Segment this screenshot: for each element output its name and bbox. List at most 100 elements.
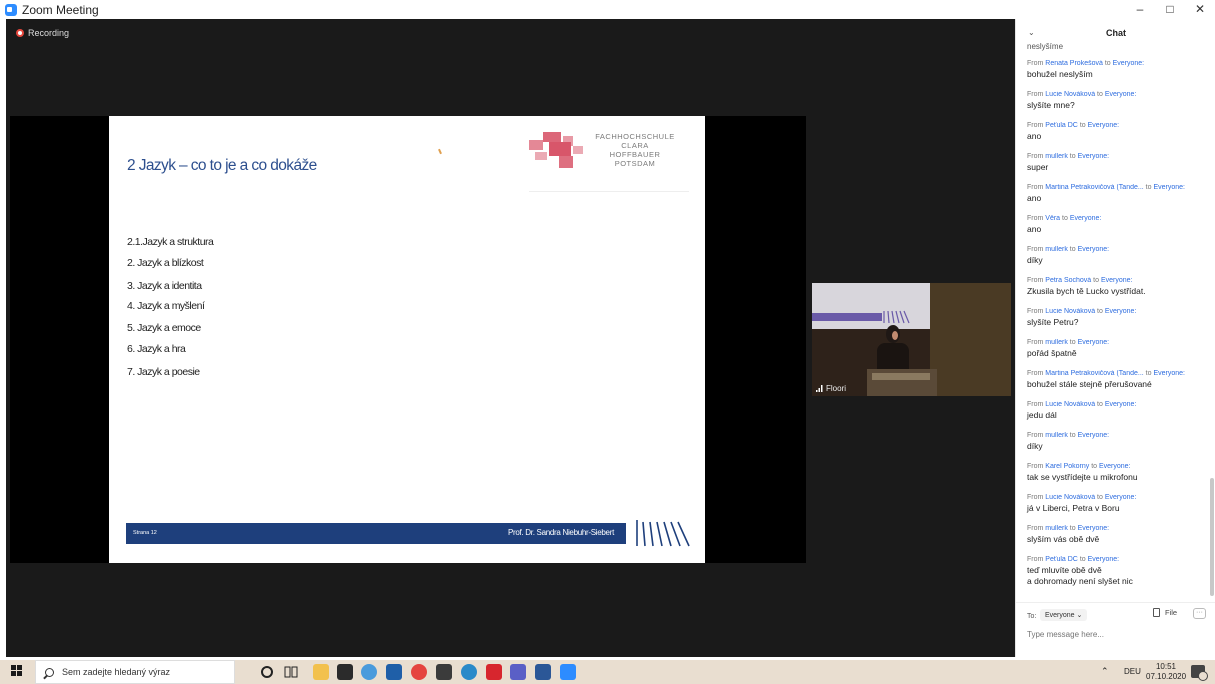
chat-message: From Lucie Nováková to Everyone: slyšíte …: [1027, 91, 1207, 111]
chat-message-text: jedu dál: [1027, 410, 1057, 420]
chat-message-sender: From Lucie Nováková to Everyone:: [1027, 308, 1137, 315]
slide-author: Prof. Dr. Sandra Niebuhr-Siebert: [507, 528, 614, 537]
logo-text: FACHHOCHSCHULE CLARA HOFFBAUER POTSDAM: [595, 132, 675, 168]
stripes-logo-icon: [636, 520, 690, 547]
chat-compose: To: Everyone ⌄ File ···: [1016, 602, 1215, 657]
chat-message-sender: From Lucie Nováková to Everyone:: [1027, 401, 1137, 408]
slide-title: 2 Jazyk – co to je a co dokáže: [127, 157, 317, 174]
recording-icon: [16, 29, 24, 37]
search-icon: [45, 667, 54, 677]
chat-message: From Petra Sochová to Everyone: Zkusila b…: [1027, 277, 1207, 297]
university-logo: FACHHOCHSCHULE CLARA HOFFBAUER POTSDAM: [529, 132, 679, 170]
meeting-view: Recording 2 Jazyk – co to je a co dokáže…: [6, 19, 1015, 657]
chat-message-sender: From Lucie Nováková to Everyone:: [1027, 91, 1137, 98]
clock[interactable]: 10:51 07.10.2020: [1146, 662, 1186, 682]
taskbar-search[interactable]: Sem zadejte hledaný výraz: [35, 660, 235, 684]
recipient-dropdown[interactable]: Everyone ⌄: [1040, 609, 1088, 621]
zoom-app-icon: [5, 3, 17, 16]
chat-message: From Peťula DC to Everyone: ano: [1027, 122, 1207, 142]
acrobat-icon[interactable]: [486, 664, 502, 680]
task-view-icon[interactable]: [283, 664, 299, 680]
zoom-icon[interactable]: [560, 664, 576, 680]
agenda-item: 2. Jazyk a blízkost: [127, 257, 204, 269]
pointer-mark: [438, 148, 442, 155]
participant-video[interactable]: Floori: [812, 283, 1011, 396]
calculator-icon[interactable]: [436, 664, 452, 680]
chat-message-text: slyšíte mne?: [1027, 100, 1075, 110]
participant-name: Floori: [816, 384, 846, 393]
slide-page-number: Strana 12: [133, 530, 157, 536]
word-icon[interactable]: [535, 664, 551, 680]
windows-taskbar: Sem zadejte hledaný výraz ⌃ DEU 10:51 07…: [0, 660, 1215, 684]
chat-message-list[interactable]: neslyšíme From Renata Prokešová to Every…: [1016, 41, 1211, 601]
chat-message-text: díky: [1027, 441, 1043, 451]
notification-icon[interactable]: [1191, 665, 1208, 681]
chat-message-sender: From Peťula DC to Everyone:: [1027, 556, 1120, 563]
chat-message: From Martina Petrakovičová (Tande... to …: [1027, 370, 1207, 390]
tray-overflow-icon[interactable]: ⌃: [1101, 666, 1109, 677]
chat-message-text: pořád špatně: [1027, 348, 1077, 358]
chat-message-sender: From mullerk to Everyone:: [1027, 246, 1110, 253]
mail-icon[interactable]: [386, 664, 402, 680]
input-language[interactable]: DEU: [1124, 667, 1141, 676]
chat-message: From mullerk to Everyone: pořád špatně: [1027, 339, 1207, 359]
chat-scrollbar[interactable]: [1210, 478, 1214, 596]
chat-panel: ⌄ Chat neslyšíme From Renata Prokešová t…: [1015, 19, 1215, 657]
more-options-button[interactable]: ···: [1193, 608, 1206, 619]
chat-message-sender: From Renata Prokešová to Everyone:: [1027, 60, 1145, 67]
slide-footer: Strana 12 Prof. Dr. Sandra Niebuhr-Siebe…: [126, 523, 626, 544]
chat-message-text: díky: [1027, 255, 1043, 265]
file-explorer-icon[interactable]: [313, 664, 329, 680]
store-icon[interactable]: [337, 664, 353, 680]
chat-message-text: já v Liberci, Petra v Boru: [1027, 503, 1120, 513]
agenda-item: 2.1.Jazyk a struktura: [127, 236, 214, 248]
chat-message-sender: From mullerk to Everyone:: [1027, 525, 1110, 532]
chat-message: From mullerk to Everyone: super: [1027, 153, 1207, 173]
search-placeholder: Sem zadejte hledaný výraz: [62, 667, 171, 677]
chat-message-text: slyším vás obě dvě: [1027, 534, 1100, 544]
minimize-button[interactable]: –: [1125, 0, 1155, 19]
chat-message: From Lucie Nováková to Everyone: já v Lib…: [1027, 494, 1207, 514]
chat-message: From Lucie Nováková to Everyone: slyšíte …: [1027, 308, 1207, 328]
agenda-item: 3. Jazyk a identita: [127, 280, 202, 292]
title-bar: Zoom Meeting – □ ✕: [0, 0, 1215, 19]
agenda-item: 7. Jazyk a poesie: [127, 366, 200, 378]
chat-message: From Lucie Nováková to Everyone: jedu dál: [1027, 401, 1207, 421]
to-label: To:: [1027, 613, 1037, 620]
chat-message-input[interactable]: [1027, 630, 1207, 639]
chat-message: From mullerk to Everyone: díky: [1027, 246, 1207, 266]
chat-title: Chat: [1106, 28, 1126, 38]
chat-message: From Martina Petrakovičová (Tande... to …: [1027, 184, 1207, 204]
logo-mark-icon: [529, 132, 585, 168]
file-button[interactable]: File: [1153, 608, 1177, 617]
maximize-button[interactable]: □: [1155, 0, 1185, 19]
chat-message-text: teď mluvíte obě dvě a dohromady není sly…: [1027, 565, 1133, 586]
zoom-window: Zoom Meeting – □ ✕ Recording 2 Jazyk – c…: [0, 0, 1215, 684]
teams-icon[interactable]: [510, 664, 526, 680]
chat-message: From Karel Pokorny to Everyone: tak se vy…: [1027, 463, 1207, 483]
chrome-icon[interactable]: [361, 664, 377, 680]
chat-message-text: ano: [1027, 224, 1042, 234]
chat-message-sender: From Petra Sochová to Everyone:: [1027, 277, 1133, 284]
windows-start-button[interactable]: [11, 665, 23, 677]
chat-message-text: ano: [1027, 193, 1042, 203]
chat-message-sender: From Peťula DC to Everyone:: [1027, 122, 1120, 129]
chat-message-sender: From Věra to Everyone:: [1027, 215, 1102, 222]
stripes-icon: [883, 310, 910, 324]
presentation-slide: 2 Jazyk – co to je a co dokáže FACHHOCHS…: [109, 116, 705, 563]
edge-icon[interactable]: [461, 664, 477, 680]
agenda-item: 6. Jazyk a hra: [127, 343, 186, 355]
chat-message-sender: From Martina Petrakovičová (Tande... to …: [1027, 370, 1185, 377]
recording-indicator[interactable]: Recording: [16, 28, 69, 38]
window-title: Zoom Meeting: [22, 2, 99, 17]
opera-icon[interactable]: [411, 664, 427, 680]
chat-message-sender: From mullerk to Everyone:: [1027, 339, 1110, 346]
chat-message-text: super: [1027, 162, 1049, 172]
chat-message: From mullerk to Everyone: slyším vás obě …: [1027, 525, 1207, 545]
chat-message-sender: From mullerk to Everyone:: [1027, 153, 1110, 160]
signal-icon: [816, 385, 823, 392]
chat-message-text: bohužel neslyším: [1027, 69, 1093, 79]
close-button[interactable]: ✕: [1185, 0, 1215, 19]
chat-message-text: ano: [1027, 131, 1042, 141]
cortana-icon[interactable]: [261, 666, 273, 678]
